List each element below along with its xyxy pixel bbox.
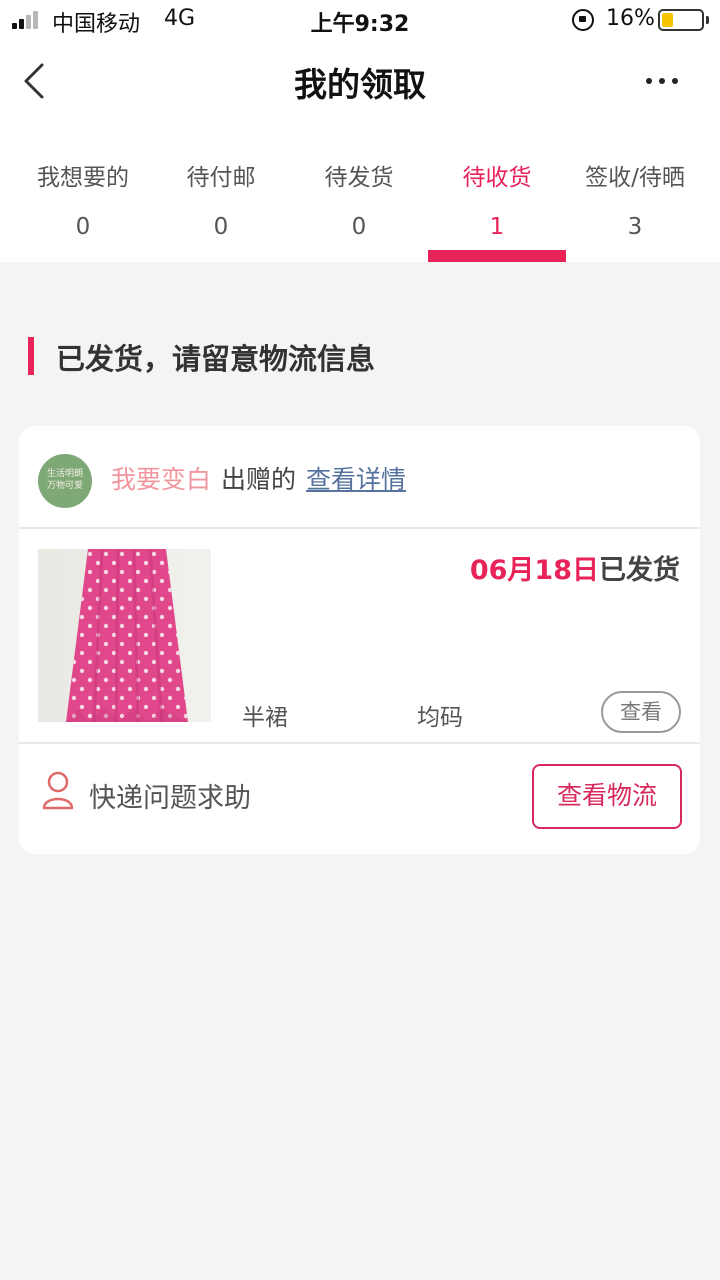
status-tabs: 我想要的 0 待付邮 0 待发货 0 待收货 1 签收/待晒 3 <box>0 140 720 262</box>
tab-pending-shipment[interactable]: 待发货 0 <box>290 140 428 262</box>
person-icon[interactable] <box>41 770 75 810</box>
view-logistics-button[interactable]: 查看物流 <box>532 764 682 829</box>
tab-count: 1 <box>489 214 505 240</box>
product-name: 半裙 <box>242 705 288 731</box>
tab-label: 我想要的 <box>37 165 129 191</box>
tab-label: 待收货 <box>462 165 532 191</box>
order-card: 生活明朗 万物可爱 我要变白 出赠的 查看详情 06月18日已发货 半裙 均码 查看 <box>19 426 700 854</box>
view-detail-link[interactable]: 查看详情 <box>306 465 406 494</box>
tab-label: 待付邮 <box>186 165 256 191</box>
page-title: 我的领取 <box>294 65 426 104</box>
shipping-status: 06月18日已发货 <box>470 548 680 587</box>
tab-count: 0 <box>351 214 367 240</box>
product-size: 均码 <box>417 705 463 731</box>
tab-received[interactable]: 签收/待晒 3 <box>566 140 704 262</box>
tab-pending-receipt[interactable]: 待收货 1 <box>428 140 566 262</box>
giver-action: 出赠的 <box>221 465 297 494</box>
section-title: 已发货，请留意物流信息 <box>56 342 376 376</box>
tab-label: 待发货 <box>324 165 394 191</box>
battery-level-fill <box>662 13 673 27</box>
battery-percent: 16% <box>606 6 655 31</box>
ship-status-text: 已发货 <box>599 555 680 586</box>
giver-name[interactable]: 我要变白 <box>111 465 211 494</box>
active-tab-indicator <box>428 250 566 262</box>
battery-tip <box>706 16 709 24</box>
section-accent-bar <box>28 337 34 375</box>
more-dots-icon <box>646 78 652 84</box>
divider <box>19 742 700 744</box>
view-button[interactable]: 查看 <box>601 691 681 733</box>
tab-wanted[interactable]: 我想要的 0 <box>14 140 152 262</box>
battery-icon <box>658 9 704 31</box>
avatar-text: 生活明朗 万物可爱 <box>46 469 83 491</box>
ship-date: 06月18日 <box>469 555 599 586</box>
tab-count: 0 <box>213 214 229 240</box>
tab-count: 3 <box>627 214 643 240</box>
orientation-lock-icon <box>572 9 594 31</box>
courier-help-link[interactable]: 快递问题求助 <box>89 776 251 815</box>
avatar[interactable]: 生活明朗 万物可爱 <box>38 454 92 508</box>
more-button[interactable] <box>636 62 688 98</box>
giver-line: 我要变白 出赠的 查看详情 <box>111 460 406 496</box>
tab-label: 签收/待晒 <box>585 165 685 191</box>
divider <box>19 527 700 529</box>
status-bar: 中国移动 4G 上午9:32 16% <box>0 0 720 40</box>
product-image[interactable] <box>38 549 211 722</box>
skirt-image <box>66 549 188 722</box>
tab-pending-postage[interactable]: 待付邮 0 <box>152 140 290 262</box>
tab-count: 0 <box>75 214 91 240</box>
